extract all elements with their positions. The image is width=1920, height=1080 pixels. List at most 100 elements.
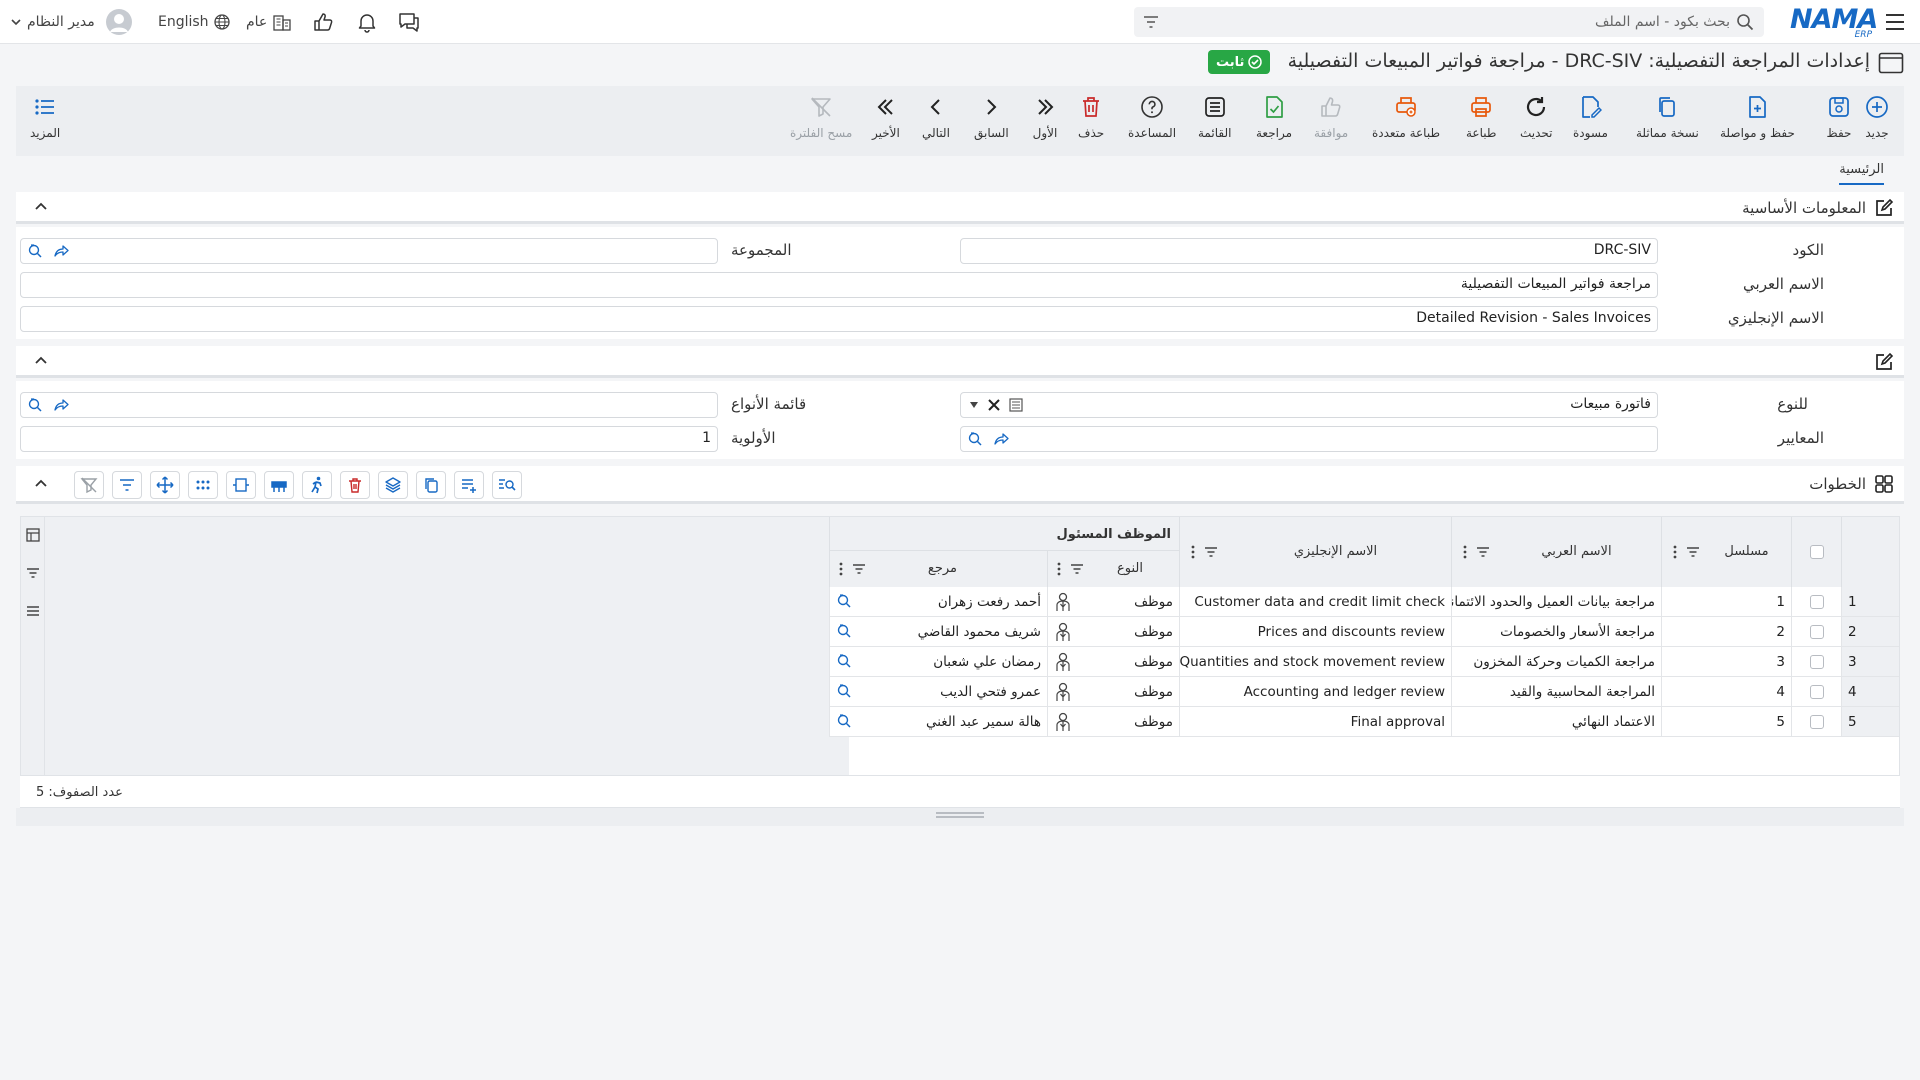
dots-grid-icon[interactable] xyxy=(188,471,218,499)
bell-icon[interactable] xyxy=(356,0,378,44)
row-arabic-name[interactable]: المراجعة المحاسبية والقيد xyxy=(1451,677,1661,707)
row-select[interactable] xyxy=(1791,677,1841,707)
criteria-field[interactable] xyxy=(960,426,1658,452)
row-checkbox[interactable] xyxy=(1809,684,1824,699)
types-list-field[interactable] xyxy=(20,392,718,418)
print-button[interactable]: طباعة xyxy=(1466,94,1496,140)
column-filter-icon[interactable] xyxy=(1686,545,1700,559)
kebab-menu-icon[interactable] xyxy=(1672,544,1678,560)
row-reference[interactable]: هالة سمير عبد الغني xyxy=(829,707,1047,737)
save-continue-button[interactable]: حفظ و مواصلة xyxy=(1720,94,1795,140)
search-lookup-icon[interactable] xyxy=(967,431,983,447)
filter-icon[interactable] xyxy=(1142,14,1160,30)
like-icon[interactable] xyxy=(312,0,334,44)
refresh-button[interactable]: تحديث xyxy=(1520,94,1553,140)
header-english-name[interactable]: الاسم الإنجليزي xyxy=(1179,517,1451,587)
collapse-chevron-up-icon[interactable] xyxy=(34,477,48,491)
approve-button[interactable]: موافقة xyxy=(1314,94,1348,140)
row-select[interactable] xyxy=(1791,587,1841,617)
list-box-icon[interactable] xyxy=(1009,398,1023,412)
collapse-chevron-up-icon[interactable] xyxy=(34,200,48,214)
delete-button[interactable]: حذف xyxy=(1078,94,1104,140)
row-arabic-name[interactable]: مراجعة بيانات العميل والحدود الائتمانية xyxy=(1451,587,1661,617)
delete-row-icon[interactable] xyxy=(340,471,370,499)
column-filter-icon[interactable] xyxy=(1070,562,1084,576)
chat-icon[interactable] xyxy=(397,0,421,44)
priority-field[interactable]: 1 xyxy=(20,426,718,452)
english-name-field[interactable]: Detailed Revision - Sales Invoices xyxy=(20,306,1658,332)
row-arabic-name[interactable]: مراجعة الكميات وحركة المخزون xyxy=(1451,647,1661,677)
multi-print-button[interactable]: طباعة متعددة xyxy=(1372,94,1440,140)
resize-handle[interactable] xyxy=(936,812,984,818)
search-lookup-icon[interactable] xyxy=(27,243,43,259)
search-lookup-icon[interactable] xyxy=(836,623,852,639)
header-reference[interactable]: مرجع xyxy=(829,551,1047,587)
row-type[interactable]: موظف xyxy=(1047,677,1179,707)
row-english-name[interactable]: Customer data and credit limit check xyxy=(1179,587,1451,617)
kebab-menu-icon[interactable] xyxy=(1056,561,1062,577)
row-number[interactable]: 3 xyxy=(1841,647,1899,677)
menu-lines-icon[interactable] xyxy=(25,603,41,619)
user-menu[interactable]: مدير النظام xyxy=(10,0,132,44)
kebab-menu-icon[interactable] xyxy=(838,561,844,577)
row-type[interactable]: موظف xyxy=(1047,617,1179,647)
filter-lines-icon[interactable] xyxy=(112,471,142,499)
row-reference[interactable]: أحمد رفعت زهران xyxy=(829,587,1047,617)
row-english-name[interactable]: Prices and discounts review xyxy=(1179,617,1451,647)
kebab-menu-icon[interactable] xyxy=(1462,544,1468,560)
hamburger-menu-icon[interactable] xyxy=(1884,12,1906,32)
caret-down-icon[interactable] xyxy=(969,401,979,409)
row-english-name[interactable]: Quantities and stock movement review xyxy=(1179,647,1451,677)
draft-button[interactable]: مسودة xyxy=(1573,94,1608,140)
row-serial[interactable]: 5 xyxy=(1661,707,1791,737)
search-icon[interactable] xyxy=(1736,13,1754,31)
move-icon[interactable] xyxy=(150,471,180,499)
search-lookup-icon[interactable] xyxy=(836,653,852,669)
row-number[interactable]: 1 xyxy=(1841,587,1899,617)
clear-filter-icon[interactable] xyxy=(74,471,104,499)
row-checkbox[interactable] xyxy=(1809,624,1824,639)
header-type[interactable]: النوع xyxy=(1047,551,1179,587)
nama-erp-logo[interactable]: NAMA ERP xyxy=(1790,4,1878,40)
column-width-icon[interactable] xyxy=(226,471,256,499)
help-button[interactable]: المساعدة xyxy=(1128,94,1176,140)
filter-funnel-icon[interactable] xyxy=(25,565,41,581)
save-button[interactable]: حفظ xyxy=(1826,94,1852,140)
row-reference[interactable]: شريف محمود القاضي xyxy=(829,617,1047,647)
row-reference[interactable]: رمضان علي شعبان xyxy=(829,647,1047,677)
run-icon[interactable] xyxy=(302,471,332,499)
row-serial[interactable]: 4 xyxy=(1661,677,1791,707)
table-settings-icon[interactable] xyxy=(25,527,41,543)
group-field[interactable] xyxy=(20,238,718,264)
column-filter-icon[interactable] xyxy=(1204,545,1218,559)
language-switch[interactable]: English xyxy=(158,0,230,44)
previous-button[interactable]: السابق xyxy=(974,94,1009,140)
search-lookup-icon[interactable] xyxy=(836,593,852,609)
last-button[interactable]: الأخير xyxy=(872,94,900,140)
row-checkbox[interactable] xyxy=(1809,654,1824,669)
basic-info-section-header[interactable]: المعلومات الأساسية xyxy=(16,192,1904,224)
copy-rows-icon[interactable] xyxy=(416,471,446,499)
new-button[interactable]: جديد xyxy=(1864,94,1890,140)
row-english-name[interactable]: Accounting and ledger review xyxy=(1179,677,1451,707)
settings-section-header[interactable] xyxy=(16,346,1904,378)
first-button[interactable]: الأول xyxy=(1032,94,1058,140)
header-serial[interactable]: مسلسل xyxy=(1661,517,1791,587)
row-reference[interactable]: عمرو فتحي الديب xyxy=(829,677,1047,707)
row-checkbox[interactable] xyxy=(1809,594,1824,609)
more-button[interactable]: المزيد xyxy=(30,94,60,140)
row-serial[interactable]: 3 xyxy=(1661,647,1791,677)
column-filter-icon[interactable] xyxy=(852,562,866,576)
add-rows-icon[interactable] xyxy=(454,471,484,499)
row-number[interactable]: 2 xyxy=(1841,617,1899,647)
table-insert-icon[interactable] xyxy=(264,471,294,499)
search-lookup-icon[interactable] xyxy=(27,397,43,413)
clear-filter-button[interactable]: مسح الفلترة xyxy=(790,94,852,140)
code-field[interactable]: DRC-SIV xyxy=(960,238,1658,264)
row-number[interactable]: 4 xyxy=(1841,677,1899,707)
collapse-chevron-up-icon[interactable] xyxy=(34,354,48,368)
search-input[interactable] xyxy=(1210,11,1730,33)
row-type[interactable]: موظف xyxy=(1047,647,1179,677)
tab-main[interactable]: الرئيسية xyxy=(1839,162,1884,185)
search-lookup-icon[interactable] xyxy=(836,683,852,699)
